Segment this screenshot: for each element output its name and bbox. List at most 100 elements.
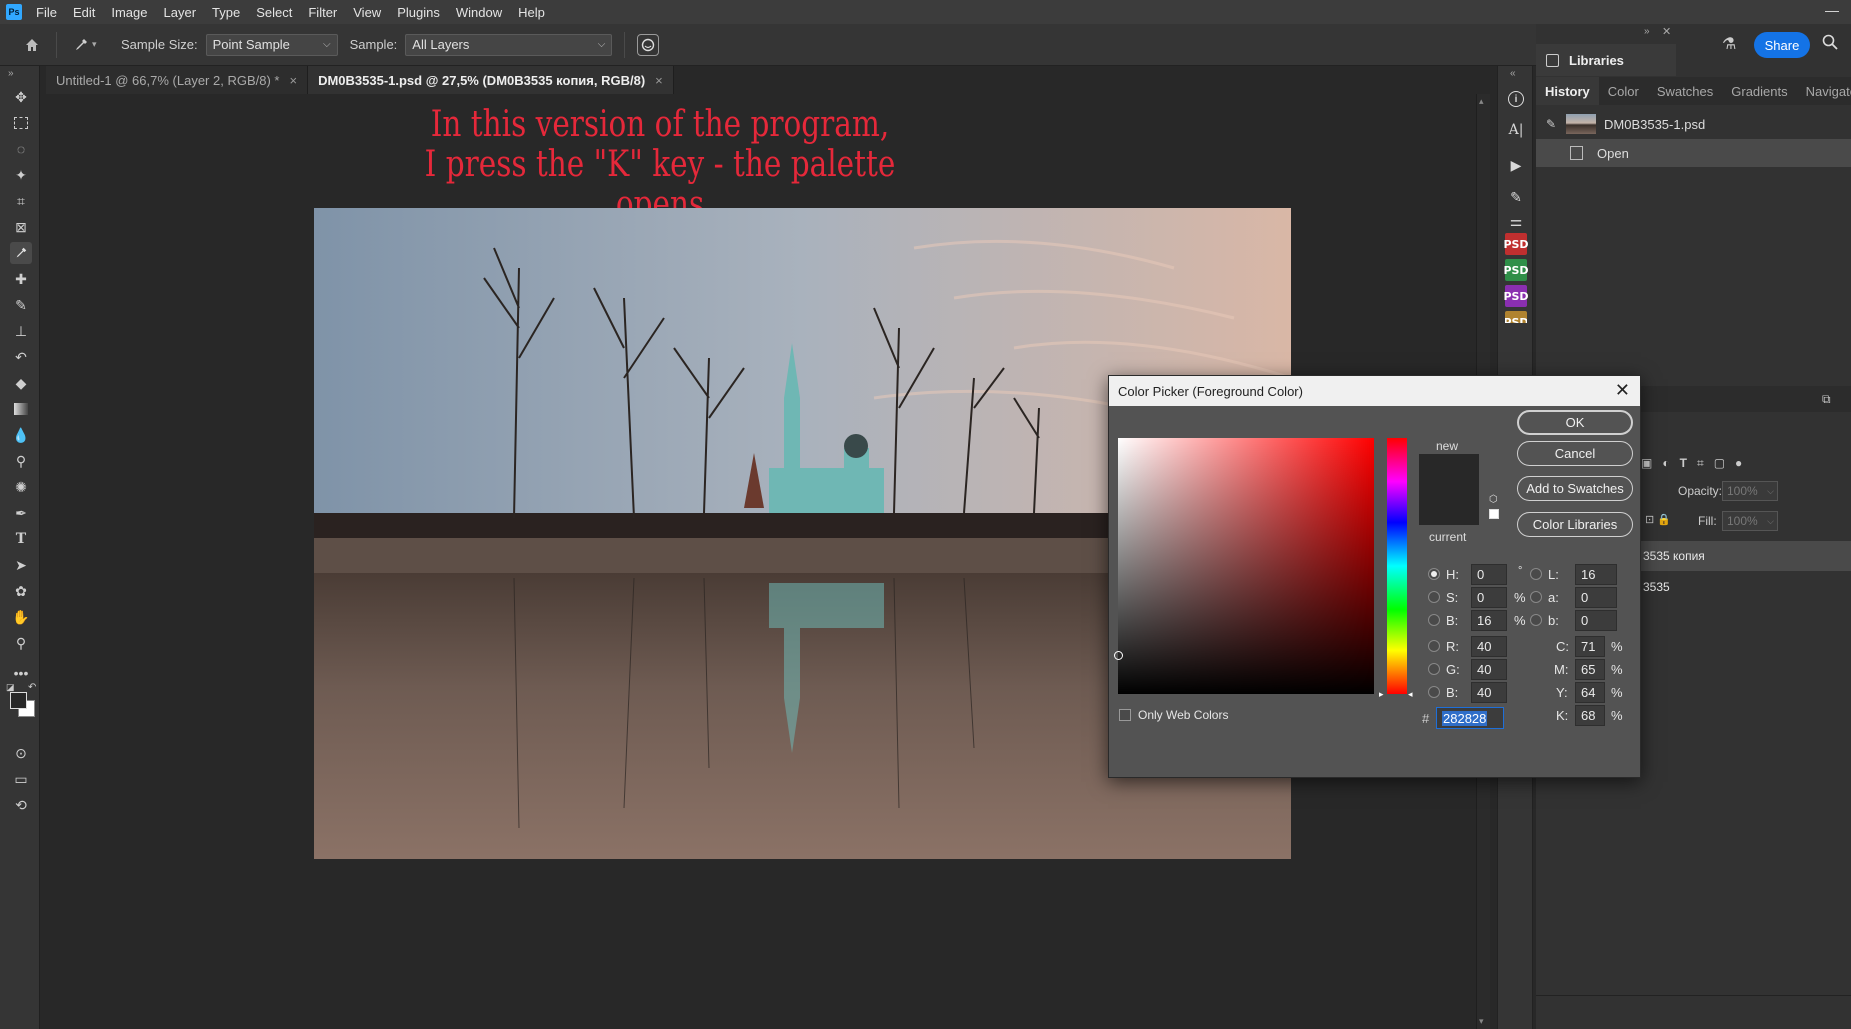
l-input[interactable]: 16 [1575,564,1617,585]
swap-colors-icon[interactable]: ↶ [28,682,36,693]
zoom-tool-icon[interactable]: ⚲ [10,632,32,654]
tab-dm0b3535[interactable]: DM0B3535-1.psd @ 27,5% (DM0B3535 копия, … [308,66,674,94]
hsb-b-input[interactable]: 16 [1471,610,1507,631]
tab-untitled-1[interactable]: Untitled-1 @ 66,7% (Layer 2, RGB/8) * × [46,66,309,94]
home-icon[interactable] [22,35,42,55]
lasso-tool-icon[interactable]: ◌ [10,138,32,160]
hue-slider-right-arrow[interactable]: ◂ [1408,689,1413,700]
color-cube-warning-icon[interactable]: ⬡ [1489,494,1498,505]
hue-slider-left-arrow[interactable]: ▸ [1379,689,1384,700]
close-icon[interactable]: × [289,73,297,88]
radio-r[interactable] [1428,640,1440,652]
tab-gradients[interactable]: Gradients [1722,77,1796,105]
menu-type[interactable]: Type [204,5,248,20]
foreground-background-colors[interactable]: ◪ ↶ [6,682,38,717]
history-brush-tool-icon[interactable]: ↶ [10,346,32,368]
tab-history[interactable]: History [1536,77,1599,105]
color-field[interactable] [1114,438,1374,694]
menu-window[interactable]: Window [448,5,510,20]
close-icon[interactable]: × [655,73,663,88]
foreground-color-swatch[interactable] [10,692,27,709]
menu-help[interactable]: Help [510,5,553,20]
add-to-swatches-button[interactable]: Add to Swatches [1517,476,1633,501]
c-input[interactable]: 71 [1575,636,1605,657]
blur-tool-icon[interactable]: 💧 [10,424,32,446]
psd-plugin-icon-3[interactable]: PSD [1503,285,1529,307]
dodge-tool-icon[interactable]: ⚲ [10,450,32,472]
web-safe-square-icon[interactable] [1489,509,1499,519]
menu-plugins[interactable]: Plugins [389,5,448,20]
screen-mode-icon[interactable]: ▭ [10,768,32,790]
expand-icon[interactable]: » [8,68,14,79]
hue-slider[interactable] [1387,438,1407,694]
fill-field[interactable]: 100% ⌵ [1722,511,1778,531]
radio-l[interactable] [1530,568,1542,580]
sponge-tool-icon[interactable]: ✺ [10,476,32,498]
panel-close-icon[interactable]: ✕ [1662,25,1671,38]
sample-size-dropdown[interactable]: Point Sample ⌵ [205,33,338,56]
frame-tool-icon[interactable]: ⊠ [10,216,32,238]
psd-plugin-icon-1[interactable]: PSD [1503,233,1529,255]
custom-shape-tool-icon[interactable]: ✿ [10,580,32,602]
filter-shape-icon[interactable]: ⌗ [1697,456,1704,471]
hand-tool-icon[interactable]: ✋ [10,606,32,628]
filter-smart-object-icon[interactable]: ▢ [1714,456,1725,470]
only-web-colors-checkbox[interactable] [1119,709,1131,721]
tab-swatches[interactable]: Swatches [1648,77,1722,105]
scroll-down-icon[interactable]: ▾ [1479,1016,1484,1027]
panel-menu-icon[interactable]: ⧉ [1822,392,1831,407]
clone-stamp-tool-icon[interactable]: ⊥ [10,320,32,342]
history-snapshot-row[interactable]: ✎ DM0B3535-1.psd [1536,110,1851,138]
quick-mask-icon[interactable]: ⊙ [10,742,32,764]
menu-filter[interactable]: Filter [300,5,345,20]
brush-settings-icon[interactable]: ✎ [1505,186,1527,208]
menu-edit[interactable]: Edit [65,5,103,20]
marquee-tool-icon[interactable] [10,112,32,134]
sample-dropdown[interactable]: All Layers ⌵ [405,33,613,56]
more-tools-icon[interactable]: ••• [10,662,32,684]
radio-hsb-b[interactable] [1428,614,1440,626]
share-button[interactable]: Share [1754,32,1810,58]
sampling-ring-icon[interactable] [637,33,660,56]
close-icon[interactable]: ✕ [1615,380,1630,401]
current-color-swatch[interactable] [1419,490,1479,525]
psd-plugin-icon-4[interactable]: PSD [1505,311,1527,323]
tab-color[interactable]: Color [1599,77,1648,105]
healing-brush-tool-icon[interactable]: ✚ [10,268,32,290]
search-icon[interactable] [1822,34,1838,53]
radio-a[interactable] [1530,591,1542,603]
radio-s[interactable] [1428,591,1440,603]
eyedropper-tool-icon[interactable] [10,242,32,264]
radio-lab-b[interactable] [1530,614,1542,626]
collapse-icon[interactable]: « [1510,68,1516,79]
type-tool-icon[interactable]: T [10,528,32,550]
k-input[interactable]: 68 [1575,705,1605,726]
menu-image[interactable]: Image [103,5,155,20]
brush-tool-icon[interactable]: ✎ [10,294,32,316]
pen-tool-icon[interactable]: ✒ [10,502,32,524]
r-input[interactable]: 40 [1471,636,1507,657]
hex-input[interactable]: 282828 [1436,707,1504,729]
gradient-tool-icon[interactable] [10,398,32,420]
history-state-checkbox[interactable] [1548,148,1558,158]
magic-wand-tool-icon[interactable]: ✦ [10,164,32,186]
color-field-marker[interactable] [1114,651,1123,660]
tab-navigator[interactable]: Navigator [1797,77,1851,105]
s-input[interactable]: 0 [1471,587,1507,608]
lock-icons[interactable]: ⊡ 🔒 [1645,513,1671,526]
crop-tool-icon[interactable]: ⌗ [10,190,32,212]
psd-plugin-icon-2[interactable]: PSD [1503,259,1529,281]
minimize-icon[interactable]: — [1825,2,1839,18]
rgb-b-input[interactable]: 40 [1471,682,1507,703]
adjustments-icon[interactable]: ⚌ [1505,210,1527,232]
m-input[interactable]: 65 [1575,659,1605,680]
eraser-tool-icon[interactable]: ◆ [10,372,32,394]
g-input[interactable]: 40 [1471,659,1507,680]
history-state-row[interactable]: Open [1536,139,1851,167]
opacity-field[interactable]: 100% ⌵ [1722,481,1778,501]
color-libraries-button[interactable]: Color Libraries [1517,512,1633,537]
history-brush-source-icon[interactable]: ✎ [1546,117,1562,131]
move-tool-icon[interactable]: ✥ [10,86,32,108]
lab-b-input[interactable]: 0 [1575,610,1617,631]
menu-layer[interactable]: Layer [156,5,205,20]
